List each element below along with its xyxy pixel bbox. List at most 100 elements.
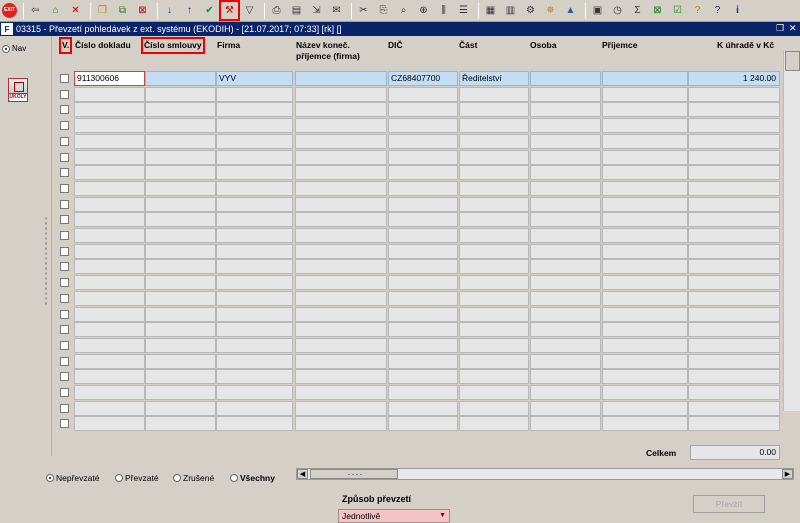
cell-final-recipient[interactable] bbox=[295, 275, 387, 290]
cell-doc-number[interactable] bbox=[74, 354, 145, 369]
cell-amount-due[interactable] bbox=[688, 87, 780, 102]
report-icon[interactable]: ▦ bbox=[482, 2, 499, 19]
cell-final-recipient[interactable] bbox=[295, 291, 387, 306]
cell-recipient[interactable] bbox=[602, 354, 688, 369]
row-checkbox[interactable] bbox=[60, 341, 69, 350]
cell-doc-number[interactable] bbox=[74, 291, 145, 306]
cell-final-recipient[interactable] bbox=[295, 259, 387, 274]
cell-contract-number[interactable] bbox=[145, 102, 216, 117]
home-icon[interactable]: ⌂ bbox=[47, 2, 64, 19]
cell-final-recipient[interactable] bbox=[295, 212, 387, 227]
cell-final-recipient[interactable] bbox=[295, 71, 387, 86]
cell-person[interactable] bbox=[530, 134, 601, 149]
cell-recipient[interactable] bbox=[602, 322, 688, 337]
cell-amount-due[interactable] bbox=[688, 322, 780, 337]
cell-amount-due[interactable] bbox=[688, 259, 780, 274]
cell-person[interactable] bbox=[530, 150, 601, 165]
vertical-scrollbar[interactable] bbox=[783, 51, 800, 411]
cell-doc-number[interactable] bbox=[74, 385, 145, 400]
cell-amount-due[interactable] bbox=[688, 416, 780, 431]
cell-part[interactable] bbox=[459, 291, 529, 306]
cell-doc-number[interactable]: 911300606 bbox=[74, 71, 145, 86]
row-checkbox[interactable] bbox=[60, 74, 69, 83]
cell-final-recipient[interactable] bbox=[295, 197, 387, 212]
tasks-button[interactable]: ÚKOLY bbox=[8, 78, 28, 102]
print-preview-icon[interactable]: ▤ bbox=[288, 2, 305, 19]
cell-doc-number[interactable] bbox=[74, 369, 145, 384]
cell-part[interactable] bbox=[459, 244, 529, 259]
cell-company[interactable] bbox=[216, 102, 293, 117]
cell-part[interactable] bbox=[459, 150, 529, 165]
cell-person[interactable] bbox=[530, 338, 601, 353]
cell-contract-number[interactable] bbox=[145, 71, 216, 86]
row-checkbox[interactable] bbox=[60, 388, 69, 397]
cell-vat-id[interactable] bbox=[388, 322, 458, 337]
cell-part[interactable] bbox=[459, 354, 529, 369]
row-checkbox[interactable] bbox=[60, 168, 69, 177]
cell-final-recipient[interactable] bbox=[295, 102, 387, 117]
cell-person[interactable] bbox=[530, 275, 601, 290]
delete-icon[interactable]: ⊠ bbox=[134, 2, 151, 19]
cell-company[interactable] bbox=[216, 134, 293, 149]
cell-part[interactable] bbox=[459, 322, 529, 337]
cell-amount-due[interactable]: 1 240.00 bbox=[688, 71, 780, 86]
cell-final-recipient[interactable] bbox=[295, 244, 387, 259]
cell-person[interactable] bbox=[530, 244, 601, 259]
rows-icon[interactable]: ☰ bbox=[455, 2, 472, 19]
cell-part[interactable] bbox=[459, 385, 529, 400]
cell-recipient[interactable] bbox=[602, 291, 688, 306]
cell-amount-due[interactable] bbox=[688, 118, 780, 133]
close-icon[interactable]: ✕ bbox=[789, 23, 797, 34]
row-checkbox[interactable] bbox=[60, 90, 69, 99]
filter-radio[interactable] bbox=[173, 474, 181, 482]
scroll-right-icon[interactable]: ▶ bbox=[782, 469, 793, 479]
cell-doc-number[interactable] bbox=[74, 244, 145, 259]
cell-person[interactable] bbox=[530, 118, 601, 133]
column-header-final-recipient[interactable]: Název koneč. příjemce (firma) bbox=[296, 40, 360, 62]
find-icon[interactable]: ⌕ bbox=[395, 2, 412, 19]
row-checkbox[interactable] bbox=[60, 325, 69, 334]
cell-part[interactable] bbox=[459, 338, 529, 353]
row-checkbox[interactable] bbox=[60, 200, 69, 209]
cell-company[interactable] bbox=[216, 165, 293, 180]
cell-person[interactable] bbox=[530, 416, 601, 431]
cell-vat-id[interactable] bbox=[388, 291, 458, 306]
nav-option[interactable]: Nav bbox=[2, 44, 26, 53]
cell-contract-number[interactable] bbox=[145, 369, 216, 384]
cell-amount-due[interactable] bbox=[688, 197, 780, 212]
back-icon[interactable]: ⇦ bbox=[27, 2, 44, 19]
cell-vat-id[interactable] bbox=[388, 354, 458, 369]
row-checkbox[interactable] bbox=[60, 247, 69, 256]
cell-part[interactable] bbox=[459, 197, 529, 212]
cell-amount-due[interactable] bbox=[688, 338, 780, 353]
cell-recipient[interactable] bbox=[602, 244, 688, 259]
cell-company[interactable] bbox=[216, 259, 293, 274]
cell-contract-number[interactable] bbox=[145, 197, 216, 212]
cell-person[interactable] bbox=[530, 228, 601, 243]
row-checkbox[interactable] bbox=[60, 231, 69, 240]
cell-recipient[interactable] bbox=[602, 401, 688, 416]
cell-company[interactable] bbox=[216, 338, 293, 353]
exit-icon[interactable]: EXIT bbox=[2, 3, 17, 18]
cell-contract-number[interactable] bbox=[145, 416, 216, 431]
row-checkbox[interactable] bbox=[60, 278, 69, 287]
cell-part[interactable] bbox=[459, 307, 529, 322]
cell-part[interactable] bbox=[459, 165, 529, 180]
cell-doc-number[interactable] bbox=[74, 197, 145, 212]
cell-person[interactable] bbox=[530, 307, 601, 322]
cell-amount-due[interactable] bbox=[688, 165, 780, 180]
cell-recipient[interactable] bbox=[602, 385, 688, 400]
cell-person[interactable] bbox=[530, 401, 601, 416]
row-checkbox[interactable] bbox=[60, 121, 69, 130]
cell-company[interactable] bbox=[216, 228, 293, 243]
cell-part[interactable] bbox=[459, 181, 529, 196]
cell-vat-id[interactable] bbox=[388, 228, 458, 243]
cell-vat-id[interactable] bbox=[388, 134, 458, 149]
row-checkbox[interactable] bbox=[60, 419, 69, 428]
cell-recipient[interactable] bbox=[602, 307, 688, 322]
whats-this-icon[interactable]: ? bbox=[709, 2, 726, 19]
row-checkbox[interactable] bbox=[60, 153, 69, 162]
cell-amount-due[interactable] bbox=[688, 275, 780, 290]
transfer-method-select[interactable]: Jednotlivě ▼ bbox=[338, 509, 450, 523]
cell-person[interactable] bbox=[530, 259, 601, 274]
